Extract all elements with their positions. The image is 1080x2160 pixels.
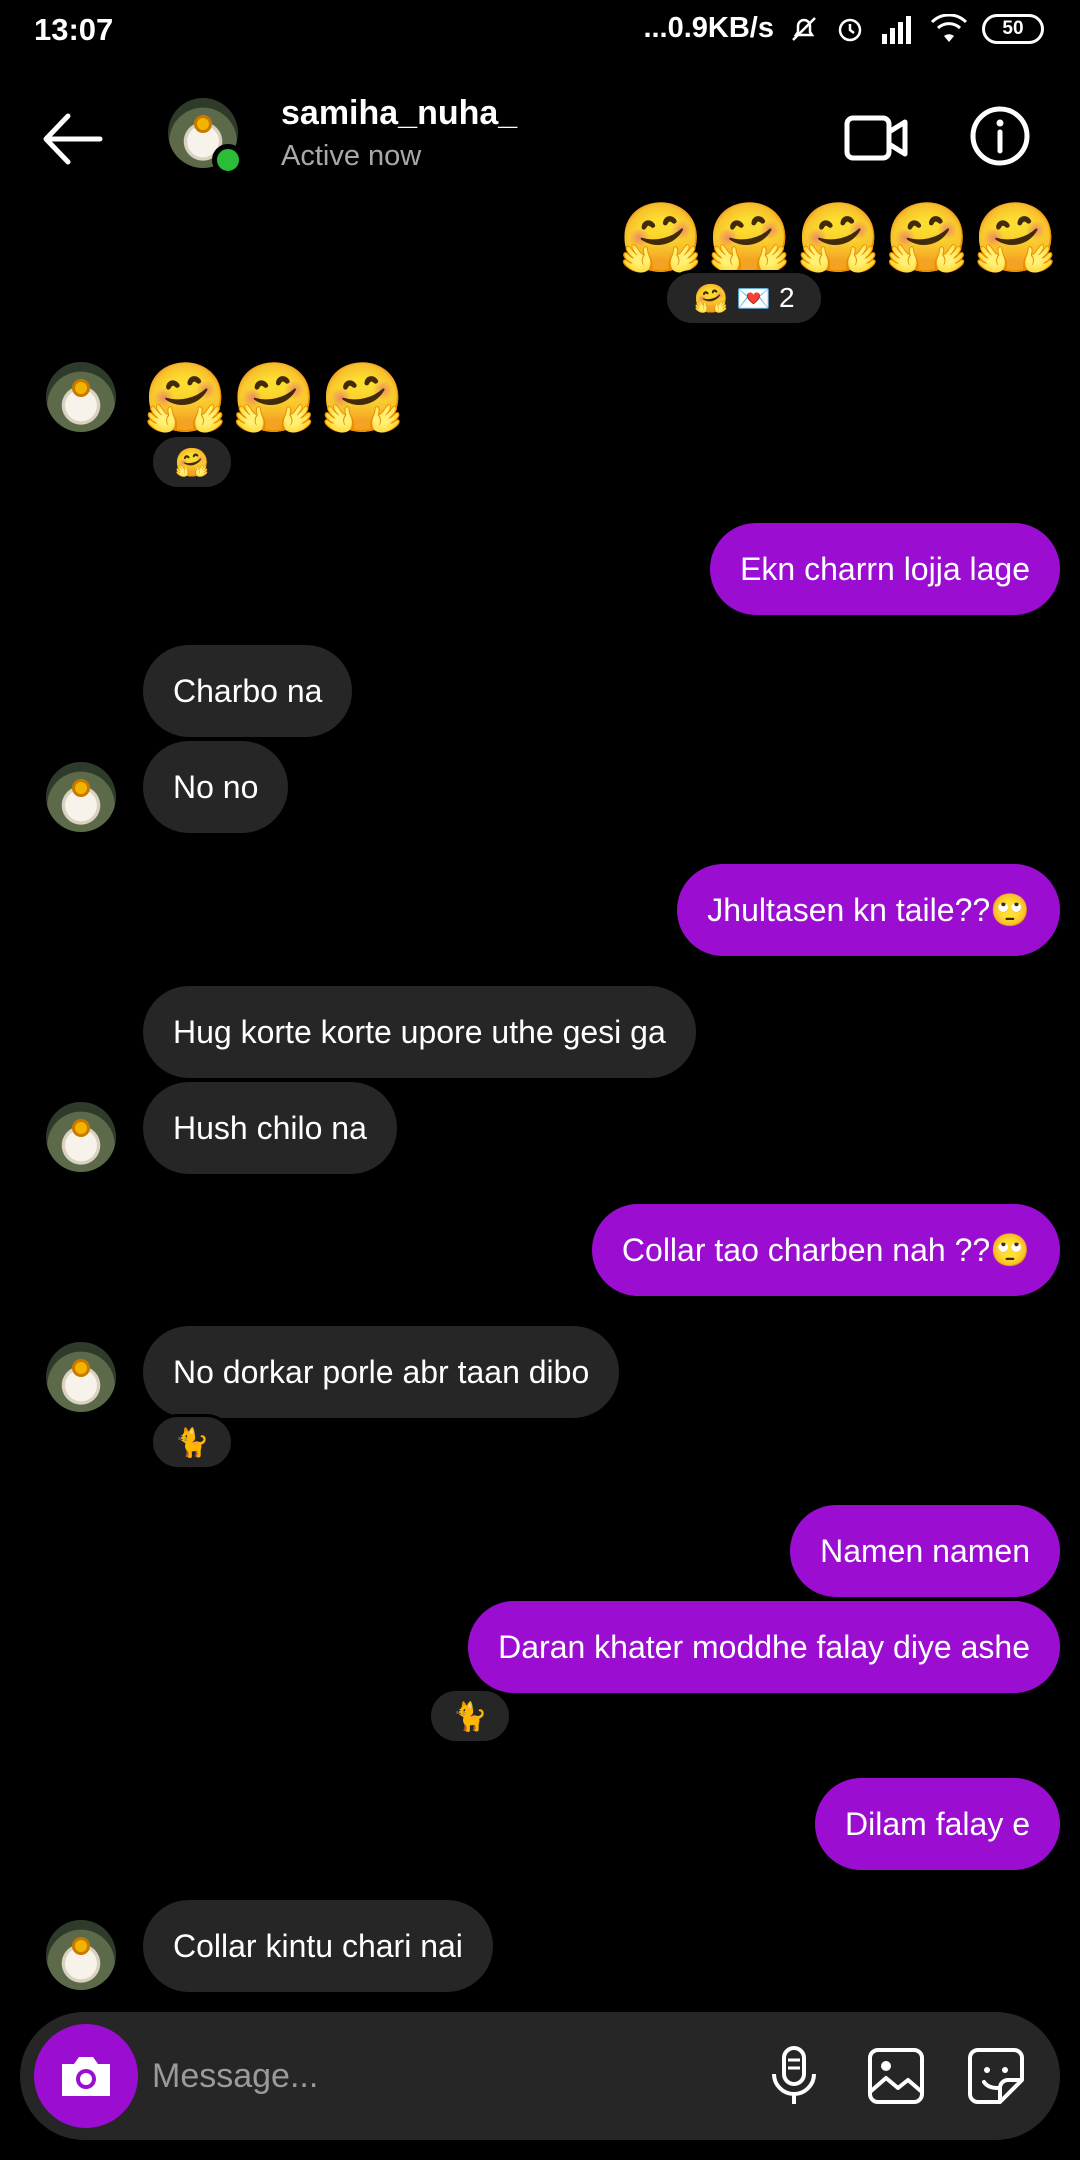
incoming-message[interactable]: Collar kintu chari nai	[143, 1900, 493, 1992]
camera-button[interactable]	[34, 2024, 138, 2128]
reaction-pill[interactable]: 🐈	[150, 1414, 234, 1470]
message-composer	[20, 2012, 1060, 2140]
avatar[interactable]	[46, 1102, 116, 1172]
reaction-pill[interactable]: 🤗 💌 2	[664, 270, 824, 326]
reaction-pill[interactable]: 🐈	[428, 1688, 512, 1744]
reaction-emoji: 🐈	[174, 1426, 210, 1458]
contact-status: Active now	[281, 140, 422, 172]
info-icon[interactable]	[968, 104, 1032, 168]
incoming-message[interactable]: No no	[143, 741, 289, 833]
reaction-pill[interactable]: 🤗	[150, 434, 234, 490]
back-arrow-icon[interactable]	[38, 110, 104, 168]
avatar[interactable]	[46, 1920, 116, 1990]
contact-name[interactable]: samiha_nuha_	[281, 94, 517, 133]
incoming-message[interactable]: No dorkar porle abr taan dibo	[143, 1326, 620, 1418]
video-call-icon[interactable]	[843, 108, 911, 168]
avatar[interactable]	[46, 362, 116, 432]
status-bar: 13:07 ...0.9KB/s 50	[0, 0, 1080, 64]
avatar[interactable]	[46, 762, 116, 832]
sticker-icon[interactable]	[962, 2042, 1030, 2110]
outgoing-message[interactable]: Daran khater moddhe falay diye ashe	[468, 1601, 1060, 1693]
avatar[interactable]	[46, 1342, 116, 1412]
reaction-emoji: 🤗	[174, 446, 210, 478]
status-time: 13:07	[34, 12, 114, 47]
incoming-message[interactable]: Charbo na	[143, 645, 353, 737]
alarm-icon	[838, 18, 862, 41]
network-speed: ...0.9KB/s	[643, 12, 774, 44]
message-input[interactable]	[152, 2044, 712, 2108]
outgoing-message[interactable]: Ekn charrn lojja lage	[710, 523, 1060, 615]
reaction-count: 2	[778, 282, 795, 313]
status-icons: ...0.9KB/s 50	[643, 12, 1044, 45]
reaction-emoji: 🤗 💌	[693, 282, 771, 314]
outgoing-message[interactable]: Dilam falay e	[815, 1778, 1060, 1870]
signal-icon	[882, 15, 911, 44]
battery-icon: 50	[982, 13, 1044, 44]
incoming-message[interactable]: Hush chilo na	[143, 1082, 397, 1174]
mute-bell-icon	[792, 16, 816, 41]
outgoing-emoji-message[interactable]: 🤗🤗🤗🤗🤗	[619, 204, 1062, 272]
camera-icon	[62, 2057, 110, 2096]
outgoing-message[interactable]: Collar tao charben nah ??🙄	[591, 1204, 1060, 1296]
chat-header: samiha_nuha_ Active now	[0, 90, 1080, 190]
incoming-message[interactable]: Hug korte korte upore uthe gesi ga	[143, 986, 696, 1078]
online-indicator	[212, 144, 244, 176]
outgoing-message[interactable]: Namen namen	[790, 1505, 1060, 1597]
gallery-icon[interactable]	[862, 2042, 930, 2110]
outgoing-message[interactable]: Jhultasen kn taile??🙄	[677, 864, 1060, 956]
microphone-icon[interactable]	[760, 2042, 828, 2110]
wifi-icon	[930, 13, 968, 42]
incoming-emoji-message[interactable]: 🤗🤗🤗	[143, 364, 409, 432]
reaction-emoji: 🐈	[452, 1700, 488, 1732]
